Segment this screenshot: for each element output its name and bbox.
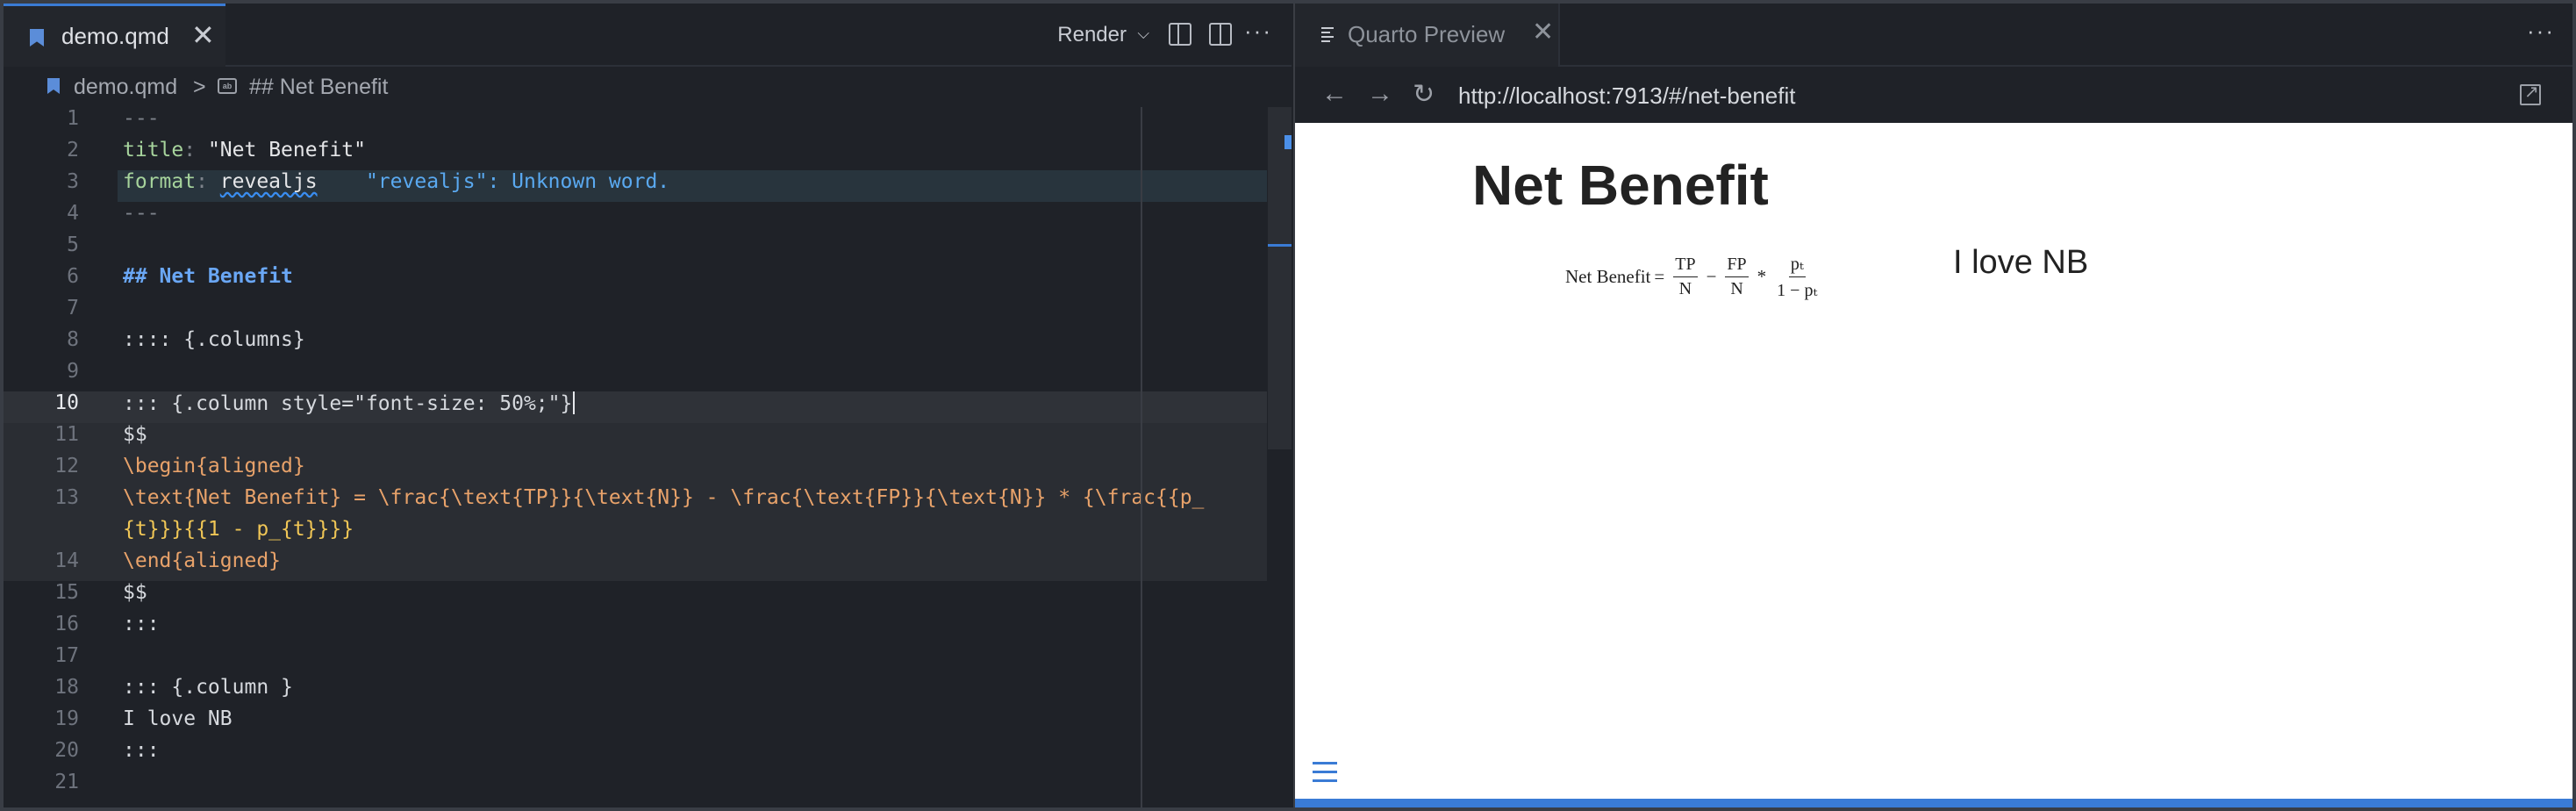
symbol-string-icon: ab (218, 78, 237, 94)
more-icon[interactable]: ··· (2527, 18, 2555, 45)
code-line-3: format: revealjs "revealjs": Unknown wor… (123, 170, 670, 193)
slide-progress-bar (1295, 799, 2572, 807)
code-line-13: \text{Net Benefit} = \frac{\text{TP}}{\t… (123, 486, 1205, 509)
open-external-icon[interactable] (2520, 81, 2541, 105)
yaml-key: format (123, 170, 197, 193)
spellcheck-inline-warning: "revealjs": Unknown word. (365, 170, 670, 193)
code-line-15: $$ (123, 581, 147, 604)
formula-times: * (1757, 266, 1767, 287)
fraction-pt: pₜ 1 − pₜ (1775, 253, 1819, 301)
text-cursor (573, 391, 576, 414)
fraction-numerator: pₜ (1788, 253, 1806, 277)
code-line-12: \begin{aligned} (123, 455, 305, 477)
code-line-18: ::: {.column } (123, 676, 293, 699)
tab-label: demo.qmd (61, 23, 169, 49)
slide-menu-icon[interactable] (1313, 762, 1337, 783)
tab-quarto-preview[interactable]: Quarto Preview ✕ (1295, 4, 1560, 67)
line-number: 6 (67, 265, 79, 288)
scrollbar-cursor-marker (1268, 244, 1292, 247)
back-arrow-icon[interactable]: ← (1321, 79, 1348, 109)
quarto-file-icon (47, 78, 60, 94)
line-number: 5 (67, 233, 79, 256)
fraction-denominator: N (1678, 279, 1692, 298)
fraction-denominator: 1 − pₜ (1777, 281, 1818, 300)
line-number: 12 (54, 455, 79, 477)
net-benefit-formula: Net Benefit = TP N − FP N * pₜ 1 − pₜ (1565, 253, 1824, 301)
code-line-1: --- (123, 107, 160, 130)
line-number: 3 (67, 170, 79, 193)
wrap-guide (1141, 107, 1142, 807)
line-number: 2 (67, 139, 79, 161)
line-number: 17 (54, 644, 79, 667)
code-line-14: \end{aligned} (123, 549, 282, 572)
code-line-16: ::: (123, 613, 160, 635)
line-number: 4 (67, 202, 79, 225)
line-number: 8 (67, 328, 79, 351)
chevron-down-icon[interactable]: ⌵ (1137, 25, 1149, 43)
fraction-fp-n: FP N (1725, 255, 1749, 299)
fraction-denominator: N (1730, 279, 1743, 298)
tab-demo-qmd[interactable]: demo.qmd ✕ (4, 4, 225, 67)
address-bar: ← → ↻ http://localhost:7913/#/net-benefi… (1295, 67, 2572, 125)
code-line-4: --- (123, 202, 160, 225)
reload-icon[interactable]: ↻ (1413, 79, 1435, 110)
split-editor-icon[interactable] (1209, 23, 1232, 46)
quarto-file-icon (30, 29, 44, 47)
line-number: 15 (54, 581, 79, 604)
breadcrumb-file[interactable]: demo.qmd (74, 75, 177, 100)
line-number: 11 (54, 423, 79, 446)
code-line-19: I love NB (123, 707, 233, 730)
line-number: 20 (54, 739, 79, 762)
formula-lhs: Net Benefit (1565, 266, 1651, 287)
scrollbar-thumb[interactable] (1268, 107, 1292, 449)
line-number: 1 (67, 107, 79, 130)
preview-tab-bar: Quarto Preview ✕ ··· (1295, 4, 2572, 67)
code-line-10: ::: {.column style="font-size: 50%;"} (123, 391, 576, 415)
line-number: 9 (67, 360, 79, 383)
scrollbar-warning-marker (1284, 135, 1292, 149)
slide-canvas: Net Benefit Net Benefit = TP N − FP N * … (1295, 123, 2572, 800)
code-line-8: :::: {.columns} (123, 328, 305, 351)
breadcrumb-symbol[interactable]: ## Net Benefit (249, 75, 388, 100)
line-number: 13 (54, 486, 79, 509)
line-number: 16 (54, 613, 79, 635)
preview-list-icon (1321, 27, 1335, 42)
line-number-current: 10 (54, 391, 79, 414)
preview-pane: Quarto Preview ✕ ··· ← → ↻ http://localh… (1293, 4, 2572, 807)
code-line-13-wrap: {t}}}{{1 - p_{t}}}} (123, 518, 354, 541)
code-line-6: ## Net Benefit (123, 265, 293, 288)
column-2-text: I love NB (1953, 244, 2089, 281)
fraction-numerator: TP (1673, 255, 1698, 277)
breadcrumb: demo.qmd > ab ## Net Benefit (4, 67, 1292, 109)
yaml-key: title (123, 139, 184, 161)
render-button[interactable]: Render (1057, 23, 1127, 47)
close-icon[interactable]: ✕ (1532, 17, 1554, 47)
slide-title: Net Benefit (1472, 154, 1769, 217)
fraction-tp-n: TP N (1673, 255, 1698, 299)
editor-pane: demo.qmd ✕ Render ⌵ ··· demo.qmd > ab ##… (4, 4, 1292, 807)
line-number: 7 (67, 297, 79, 319)
line-number: 18 (54, 676, 79, 699)
code-line-2: title: "Net Benefit" (123, 139, 366, 161)
code-line-10-text: ::: {.column style="font-size: 50%;"} (123, 392, 573, 415)
formula-equals: = (1654, 266, 1665, 287)
code-editor[interactable]: 1 2 3 4 5 6 7 8 9 10 11 12 13 14 15 16 1… (4, 107, 1292, 807)
preview-icon[interactable] (1169, 23, 1191, 46)
line-number: 21 (54, 771, 79, 793)
yaml-value: "Net Benefit" (207, 139, 366, 161)
line-number: 19 (54, 707, 79, 730)
line-number: 14 (54, 549, 79, 572)
tab-label: Quarto Preview (1348, 21, 1506, 47)
code-line-20: ::: (123, 739, 160, 762)
more-icon[interactable]: ··· (1244, 18, 1272, 45)
formula-minus: − (1706, 266, 1717, 287)
forward-arrow-icon[interactable]: → (1367, 79, 1393, 109)
breadcrumb-separator: > (193, 75, 206, 99)
editor-tab-bar: demo.qmd ✕ Render ⌵ ··· (4, 4, 1292, 67)
url-field[interactable]: http://localhost:7913/#/net-benefit (1458, 83, 1796, 110)
close-icon[interactable]: ✕ (191, 18, 215, 52)
fraction-numerator: FP (1725, 255, 1749, 277)
yaml-value-misspelled: revealjs (219, 170, 318, 193)
code-line-11: $$ (123, 423, 147, 446)
